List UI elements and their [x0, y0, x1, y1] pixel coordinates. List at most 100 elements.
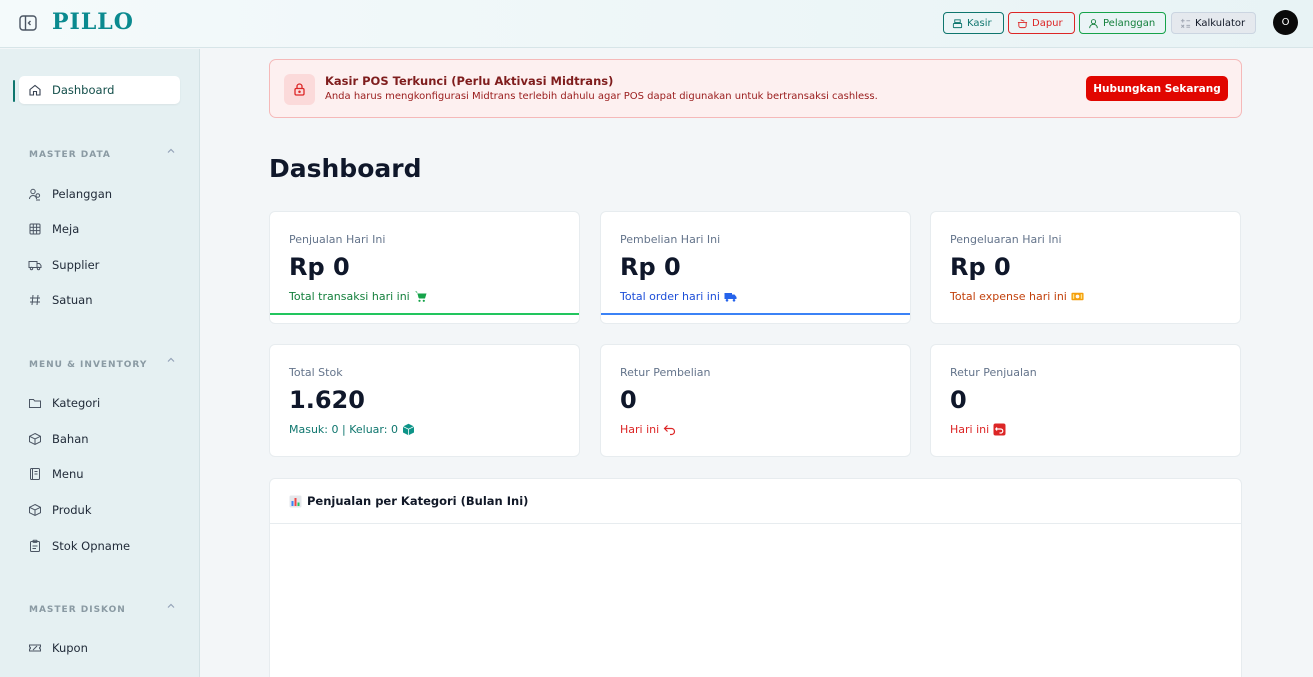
stat-card-pengeluaran: Pengeluaran Hari Ini Rp 0 Total expense … — [930, 211, 1241, 324]
cooking-pot-icon — [1017, 18, 1028, 28]
table-grid-icon — [29, 223, 41, 235]
sidebar-item-bahan[interactable]: Bahan — [19, 425, 180, 453]
sales-by-category-panel: Penjualan per Kategori (Bulan Ini) — [269, 478, 1242, 677]
alert-text: Anda harus mengkonfigurasi Midtrans terl… — [325, 91, 878, 102]
cart-icon — [414, 291, 427, 302]
bar-chart-icon — [289, 495, 302, 507]
sidebar-item-label: Pelanggan — [52, 187, 113, 201]
book-icon — [30, 468, 40, 480]
dapur-button[interactable]: Dapur — [1008, 12, 1075, 34]
calculator-icon — [1180, 18, 1191, 28]
stat-value: Rp 0 — [620, 253, 681, 281]
stat-sub: Total transaksi hari ini — [289, 290, 427, 303]
stat-sub-text: Masuk: 0 | Keluar: 0 — [289, 423, 398, 436]
chevron-up-icon[interactable] — [166, 601, 176, 611]
page-title: Dashboard — [269, 154, 422, 183]
stat-label: Retur Penjualan — [950, 366, 1037, 379]
sidebar-item-label: Produk — [52, 503, 92, 517]
stat-value: Rp 0 — [289, 253, 350, 281]
stat-sub-text: Hari ini — [950, 423, 990, 436]
stat-label: Penjualan Hari Ini — [289, 233, 386, 246]
main-content: Kasir POS Terkunci (Perlu Aktivasi Midtr… — [200, 49, 1313, 677]
package-icon — [29, 432, 41, 446]
chevron-up-icon[interactable] — [166, 146, 176, 156]
sidebar: Dashboard MASTER DATA Pelanggan Meja Sup… — [0, 49, 200, 677]
app-logo[interactable]: PILLO — [52, 9, 134, 35]
stat-card-penjualan: Penjualan Hari Ini Rp 0 Total transaksi … — [269, 211, 580, 324]
users-icon — [29, 188, 41, 201]
card-accent-line — [601, 313, 910, 315]
sidebar-item-stok-opname[interactable]: Stok Opname — [19, 532, 180, 560]
chart-panel-header: Penjualan per Kategori (Bulan Ini) — [270, 479, 1241, 524]
stat-sub-text: Total order hari ini — [620, 290, 720, 303]
sidebar-item-menu[interactable]: Menu — [19, 460, 180, 488]
stat-value: 0 — [620, 386, 637, 414]
box-icon — [402, 423, 415, 436]
stat-sub: Total expense hari ini — [950, 290, 1084, 303]
section-master-data: MASTER DATA — [29, 150, 111, 160]
kalkulator-button[interactable]: Kalkulator — [1171, 12, 1256, 34]
sidebar-item-dashboard[interactable]: Dashboard — [19, 76, 180, 104]
midtrans-alert: Kasir POS Terkunci (Perlu Aktivasi Midtr… — [269, 59, 1242, 118]
sidebar-item-label: Menu — [52, 467, 84, 481]
sidebar-toggle-icon[interactable] — [18, 13, 38, 33]
ticket-icon — [29, 644, 41, 652]
stat-value: Rp 0 — [950, 253, 1011, 281]
sidebar-item-label: Kupon — [52, 641, 88, 655]
user-avatar[interactable]: O — [1273, 10, 1298, 35]
sidebar-item-label: Bahan — [52, 432, 89, 446]
cash-register-icon — [952, 18, 963, 28]
sidebar-item-label: Supplier — [52, 258, 100, 272]
chart-panel-title: Penjualan per Kategori (Bulan Ini) — [307, 494, 529, 508]
stat-sub-text: Total expense hari ini — [950, 290, 1067, 303]
kasir-button[interactable]: Kasir — [943, 12, 1004, 34]
return-arrow-icon — [663, 425, 676, 436]
stat-sub-text: Hari ini — [620, 423, 660, 436]
alert-icon-box — [284, 74, 315, 105]
stat-value: 1.620 — [289, 386, 365, 414]
section-master-diskon: MASTER DISKON — [29, 605, 126, 615]
kalkulator-label: Kalkulator — [1195, 17, 1246, 29]
stat-sub: Hari ini — [620, 423, 676, 436]
truck-icon — [724, 293, 737, 302]
sidebar-item-satuan[interactable]: Satuan — [19, 286, 180, 314]
stat-value: 0 — [950, 386, 967, 414]
sidebar-item-label: Dashboard — [52, 83, 115, 97]
sidebar-item-label: Meja — [52, 222, 80, 236]
stat-sub: Total order hari ini — [620, 290, 737, 303]
pelanggan-button[interactable]: Pelanggan — [1079, 12, 1166, 34]
stat-sub: Masuk: 0 | Keluar: 0 — [289, 423, 415, 436]
sidebar-item-meja[interactable]: Meja — [19, 215, 180, 243]
sidebar-item-kategori[interactable]: Kategori — [19, 389, 180, 417]
truck-icon — [28, 261, 42, 271]
sidebar-item-produk[interactable]: Produk — [19, 496, 180, 524]
sidebar-item-pelanggan[interactable]: Pelanggan — [19, 180, 180, 208]
stat-sub: Hari ini — [950, 423, 1006, 436]
stat-label: Pengeluaran Hari Ini — [950, 233, 1062, 246]
home-icon — [29, 84, 41, 96]
chevron-up-icon[interactable] — [166, 355, 176, 365]
sidebar-item-kupon[interactable]: Kupon — [19, 634, 180, 662]
stat-card-retur-pembelian: Retur Pembelian 0 Hari ini — [600, 344, 911, 457]
stat-label: Total Stok — [289, 366, 343, 379]
alert-title: Kasir POS Terkunci (Perlu Aktivasi Midtr… — [325, 74, 614, 88]
stat-card-total-stok: Total Stok 1.620 Masuk: 0 | Keluar: 0 — [269, 344, 580, 457]
box-icon — [29, 503, 41, 517]
money-icon — [1071, 292, 1084, 301]
card-accent-line — [270, 313, 579, 315]
stat-card-retur-penjualan: Retur Penjualan 0 Hari ini — [930, 344, 1241, 457]
pelanggan-label: Pelanggan — [1103, 17, 1156, 29]
clipboard-icon — [30, 539, 40, 552]
hash-icon — [30, 294, 40, 306]
kasir-label: Kasir — [967, 17, 992, 29]
stat-label: Pembelian Hari Ini — [620, 233, 721, 246]
sidebar-item-label: Satuan — [52, 293, 93, 307]
lock-icon — [294, 83, 305, 96]
connect-now-button[interactable]: Hubungkan Sekarang — [1086, 76, 1228, 101]
sidebar-item-supplier[interactable]: Supplier — [19, 251, 180, 279]
active-indicator — [13, 80, 15, 102]
user-icon — [1089, 18, 1098, 28]
folder-icon — [29, 399, 41, 408]
sidebar-item-label: Stok Opname — [52, 539, 131, 553]
top-header: PILLO Kasir Dapur Pelanggan Kalkulator O — [0, 0, 1313, 48]
